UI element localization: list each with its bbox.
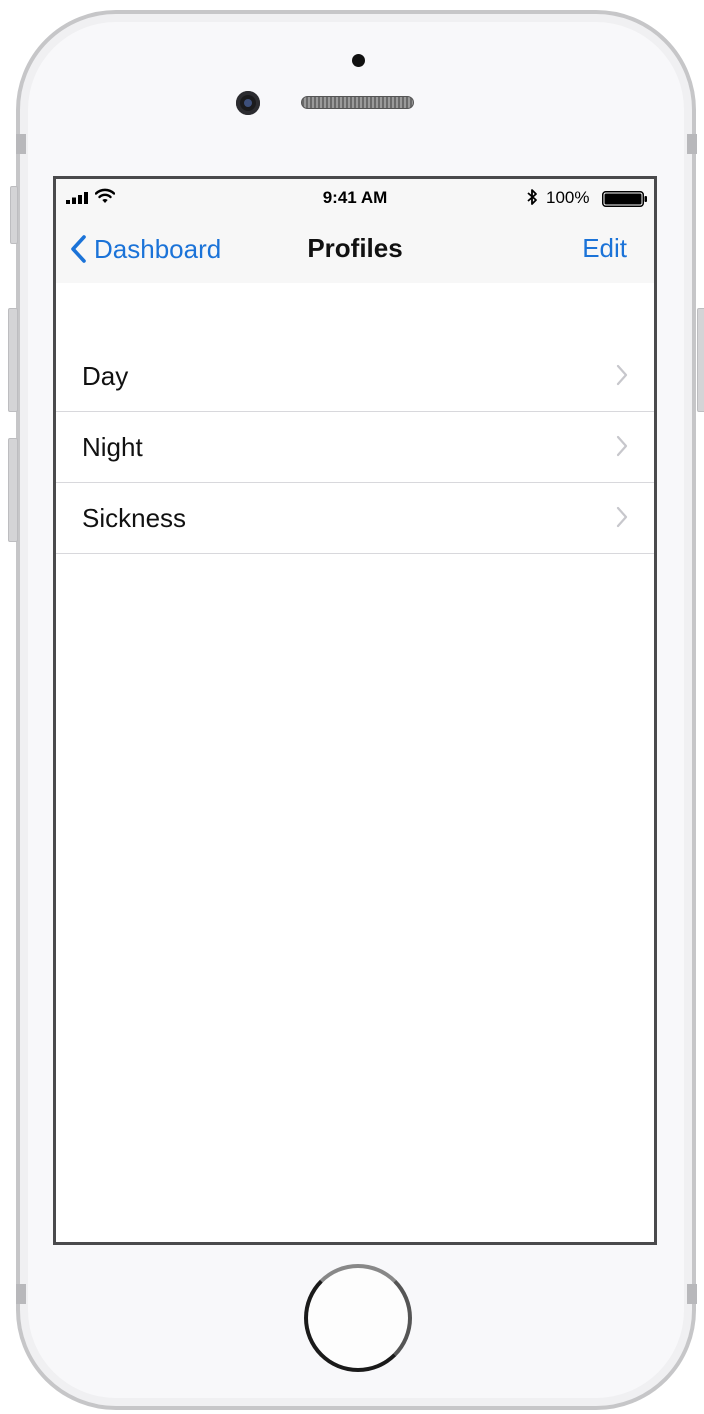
battery-icon	[602, 191, 647, 207]
chevron-right-icon	[616, 364, 628, 386]
antenna-band-top-right	[687, 134, 697, 154]
profile-row-night[interactable]: Night	[56, 412, 654, 483]
volume-up-button	[8, 308, 18, 412]
home-button[interactable]	[304, 1264, 412, 1372]
earpiece-speaker	[301, 96, 414, 109]
battery-percentage: 100%	[546, 188, 590, 207]
profile-row-day[interactable]: Day	[56, 341, 654, 412]
antenna-band-top-left	[16, 134, 26, 154]
screen: 9:41 AM 100% Dashboard Profiles Edit Day…	[53, 176, 657, 1245]
mute-switch	[10, 186, 18, 244]
status-bar: 9:41 AM 100%	[56, 179, 654, 217]
volume-down-button	[8, 438, 18, 542]
profile-row-sickness[interactable]: Sickness	[56, 483, 654, 554]
navigation-bar: Dashboard Profiles Edit	[56, 217, 654, 283]
top-bar: 9:41 AM 100% Dashboard Profiles Edit	[56, 179, 654, 283]
profiles-list: Day Night Sickness	[56, 341, 654, 554]
page-title: Profiles	[307, 233, 403, 263]
profile-label: Day	[82, 361, 129, 391]
chevron-right-icon	[616, 435, 628, 457]
edit-button[interactable]: Edit	[582, 233, 627, 264]
antenna-band-bottom-left	[16, 1284, 26, 1304]
bluetooth-icon	[527, 189, 537, 205]
profile-label: Sickness	[82, 503, 187, 533]
proximity-sensor	[352, 54, 365, 67]
profile-label: Night	[82, 432, 143, 462]
front-camera	[236, 91, 260, 115]
power-button	[697, 308, 704, 412]
chevron-right-icon	[616, 506, 628, 528]
antenna-band-bottom-right	[687, 1284, 697, 1304]
